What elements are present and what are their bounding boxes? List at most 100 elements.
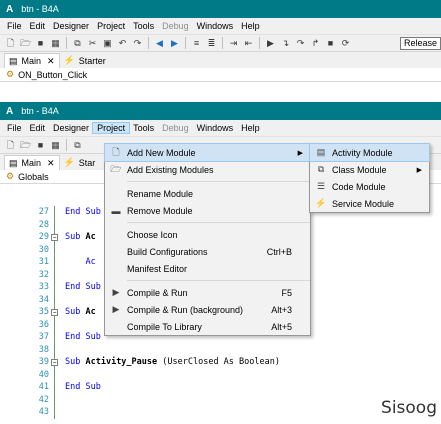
save-icon[interactable]: ■ — [35, 38, 46, 49]
collapse-icon[interactable]: − — [51, 359, 58, 366]
code-text: Sub Activity_Pause (UserClosed As Boolea… — [65, 357, 280, 367]
menu-item-remove-module[interactable]: ▬ Remove Module — [105, 202, 310, 219]
redo-icon[interactable]: ↷ — [132, 38, 143, 49]
menu-item-service-module[interactable]: ⚡ Service Module — [310, 195, 429, 212]
menu-help[interactable]: Help — [237, 123, 264, 133]
menu-item-compile-run-background[interactable]: ▶ Compile & Run (background) Alt+3 — [105, 301, 310, 318]
comment-icon[interactable]: ≡ — [191, 38, 202, 49]
code-line[interactable]: 40 — [0, 368, 441, 381]
line-number: 39 — [38, 357, 49, 368]
collapse-icon[interactable]: − — [51, 234, 58, 241]
tab-main[interactable]: ▤ Main ✕ — [4, 53, 60, 68]
menu-item-label: Build Configurations — [127, 246, 208, 257]
save-all-icon[interactable]: ▦ — [50, 140, 61, 151]
copy-icon[interactable]: ⧉ — [72, 38, 83, 49]
close-icon[interactable]: ✕ — [47, 158, 55, 169]
line-number: 28 — [38, 219, 49, 230]
code-keyword: Sub — [65, 307, 81, 318]
menu-file[interactable]: File — [3, 21, 26, 31]
build-config-select[interactable]: Release — [399, 36, 441, 50]
paste-icon[interactable]: ▣ — [102, 38, 113, 49]
tab-starter[interactable]: ⚡ Starter — [60, 53, 110, 68]
restart-icon[interactable]: ⟳ — [340, 38, 351, 49]
code-text: End Sub — [65, 207, 101, 217]
tab-starter[interactable]: ⚡ Star — [60, 155, 100, 170]
fold-gutter — [54, 256, 62, 269]
tab-main[interactable]: ▤ Main ✕ — [4, 155, 60, 170]
menu-file[interactable]: File — [3, 123, 26, 133]
step-over-icon[interactable]: ↷ — [295, 38, 306, 49]
code-text: End Sub — [65, 382, 101, 392]
save-all-icon[interactable]: ▦ — [50, 38, 61, 49]
new-file-icon[interactable]: 🗋 — [5, 38, 16, 49]
code-line[interactable]: 39− Sub Activity_Pause (UserClosed As Boo… — [0, 356, 441, 369]
code-keyword: End Sub — [65, 282, 101, 293]
menu-help[interactable]: Help — [237, 21, 264, 31]
code-line[interactable]: 43 — [0, 406, 441, 419]
menu-debug[interactable]: Debug — [158, 21, 193, 31]
menu-item-code-module[interactable]: ☰ Code Module — [310, 178, 429, 195]
indent-icon[interactable]: ⇥ — [228, 38, 239, 49]
uncomment-icon[interactable]: ≣ — [206, 38, 217, 49]
undo-icon[interactable]: ↶ — [117, 38, 128, 49]
code-line[interactable]: 42 — [0, 393, 441, 406]
step-icon[interactable]: ↴ — [280, 38, 291, 49]
menu-project[interactable]: Project — [93, 21, 129, 31]
code-keyword: Ac — [85, 257, 96, 268]
service-icon: ⚡ — [63, 157, 75, 167]
menu-item-add-existing-modules[interactable]: 🗁 Add Existing Modules — [105, 161, 310, 178]
menu-item-compile-to-library[interactable]: Compile To Library Alt+5 — [105, 318, 310, 335]
sub-icon: ⚙ — [6, 171, 15, 181]
line-number: 31 — [38, 257, 49, 268]
menu-item-build-configurations[interactable]: Build Configurations Ctrl+B — [105, 243, 310, 260]
menu-debug[interactable]: Debug — [158, 123, 193, 133]
menu-item-choose-icon[interactable]: Choose Icon — [105, 226, 310, 243]
menu-windows[interactable]: Windows — [193, 123, 238, 133]
sub-params: (UserClosed As Boolean) — [162, 357, 280, 368]
code-keyword: Sub — [65, 357, 81, 368]
save-icon[interactable]: ■ — [35, 140, 46, 151]
fold-gutter — [54, 218, 62, 231]
sub-name: Globals — [18, 171, 49, 182]
copy-icon[interactable]: ⧉ — [72, 140, 83, 151]
menu-item-add-new-module[interactable]: 🗋 Add New Module ▶ — [104, 143, 311, 162]
menu-item-manifest-editor[interactable]: Manifest Editor — [105, 260, 310, 277]
menu-item-rename-module[interactable]: Rename Module — [105, 185, 310, 202]
sub-selector[interactable]: ⚙ ON_Button_Click — [0, 68, 441, 82]
fold-gutter — [54, 293, 62, 306]
back-icon[interactable]: ◀ — [154, 38, 165, 49]
code-line[interactable]: 41 End Sub — [0, 381, 441, 394]
menu-designer[interactable]: Designer — [49, 123, 93, 133]
outdent-icon[interactable]: ⇤ — [243, 38, 254, 49]
open-icon[interactable]: 🗁 — [20, 38, 31, 49]
code-line[interactable]: 38 — [0, 343, 441, 356]
menu-separator — [127, 222, 310, 223]
code-keyword: Sub — [65, 232, 81, 243]
menu-bar: File Edit Designer Project Tools Debug W… — [0, 18, 441, 34]
menu-item-activity-module[interactable]: ▤ Activity Module — [309, 143, 430, 162]
menu-edit[interactable]: Edit — [26, 123, 50, 133]
sub-name: Activity_Pause — [85, 357, 158, 368]
tab-label: Main — [21, 158, 42, 168]
run-icon[interactable]: ▶ — [265, 38, 276, 49]
step-out-icon[interactable]: ↱ — [310, 38, 321, 49]
menu-item-compile-run[interactable]: ▶ Compile & Run F5 — [105, 284, 310, 301]
activity-icon: ▤ — [316, 147, 326, 157]
new-file-icon[interactable]: 🗋 — [5, 140, 16, 151]
line-number: 32 — [38, 269, 49, 280]
menu-project[interactable]: Project — [92, 122, 131, 134]
fold-gutter — [54, 381, 62, 394]
menu-windows[interactable]: Windows — [193, 21, 238, 31]
forward-icon[interactable]: ▶ — [169, 38, 180, 49]
cut-icon[interactable]: ✂ — [87, 38, 98, 49]
window-title: btn - B4A — [21, 4, 59, 14]
stop-icon[interactable]: ■ — [325, 38, 336, 49]
menu-designer[interactable]: Designer — [49, 21, 93, 31]
menu-item-class-module[interactable]: ⧉ Class Module ▶ — [310, 161, 429, 178]
close-icon[interactable]: ✕ — [47, 56, 55, 67]
open-icon[interactable]: 🗁 — [20, 140, 31, 151]
collapse-icon[interactable]: − — [51, 309, 58, 316]
menu-tools[interactable]: Tools — [129, 21, 158, 31]
menu-edit[interactable]: Edit — [26, 21, 50, 31]
menu-tools[interactable]: Tools — [129, 123, 158, 133]
